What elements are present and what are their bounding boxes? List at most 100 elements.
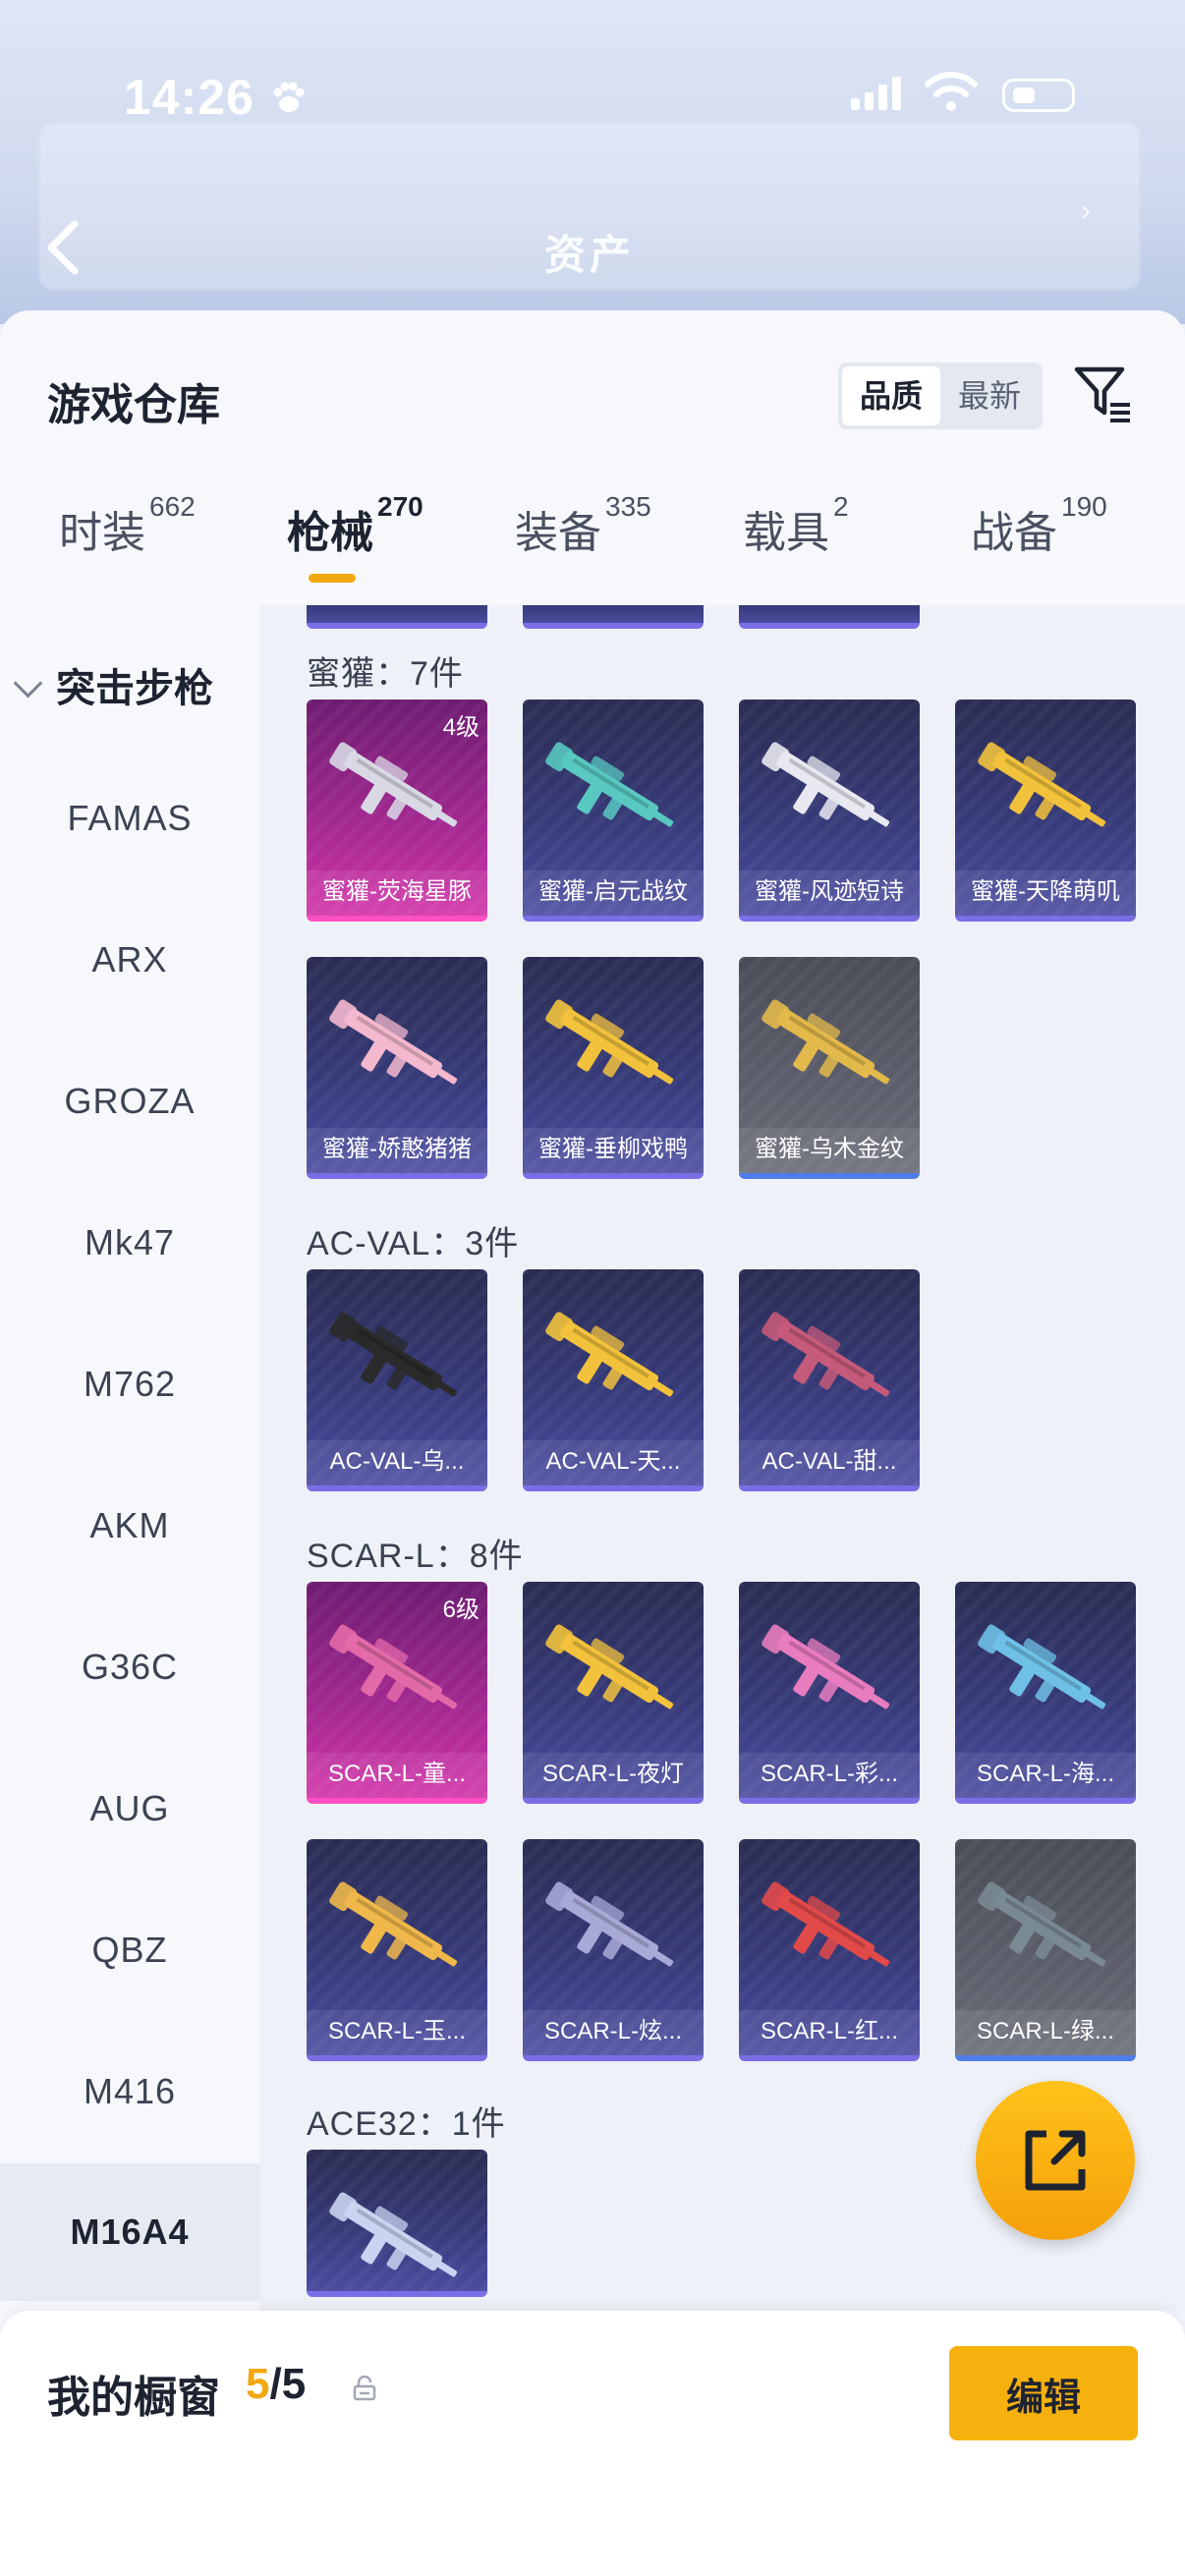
sidebar-item-aug[interactable]: AUG	[0, 1788, 259, 1829]
item-name: SCAR-L-夜灯	[523, 1753, 704, 1798]
item-card[interactable]: 6级 SCAR-L-童...	[307, 1582, 487, 1804]
item-name: AC-VAL-甜...	[739, 1440, 920, 1485]
sidebar-item-m16a4[interactable]: M16A4	[0, 2163, 259, 2301]
share-fab[interactable]	[976, 2081, 1135, 2240]
edit-button[interactable]: 编辑	[949, 2346, 1138, 2440]
weapon-icon	[762, 1881, 890, 1967]
weapon-icon	[545, 742, 674, 827]
weapon-icon	[329, 1312, 458, 1397]
tab-fashion[interactable]: 时装662	[59, 491, 196, 560]
weapon-icon	[762, 1312, 890, 1397]
sidebar-item-m762[interactable]: M762	[0, 1364, 259, 1405]
partial-card	[739, 605, 920, 629]
tab-vehicles[interactable]: 载具2	[743, 491, 849, 560]
weapon-icon	[545, 1624, 674, 1709]
weapon-icon	[329, 742, 458, 827]
back-arrow-icon[interactable]	[39, 218, 88, 277]
chevron-right-icon: ›	[1081, 195, 1091, 227]
weapon-icon	[329, 999, 458, 1085]
item-name: 蜜獾-启元战纹	[523, 870, 704, 916]
weapon-icon	[762, 999, 890, 1085]
item-card[interactable]: SCAR-L-海...	[955, 1582, 1136, 1804]
item-card[interactable]: 蜜獾-垂柳戏鸭	[523, 957, 704, 1179]
active-tab-indicator	[309, 574, 356, 583]
item-name: SCAR-L-红...	[739, 2010, 920, 2055]
battery-icon	[1002, 79, 1075, 112]
item-card[interactable]: SCAR-L-炫...	[523, 1839, 704, 2061]
item-name: 蜜獾-风迹短诗	[739, 870, 920, 916]
tab-equipment[interactable]: 装备335	[515, 491, 651, 560]
category-tabs: 时装662 枪械270 装备335 载具2 战备190	[0, 491, 1185, 605]
item-level-badge: 4级	[442, 714, 480, 741]
partial-card	[307, 605, 487, 629]
weapon-icon	[329, 1624, 458, 1709]
sort-toggle: 品质 最新	[838, 363, 1043, 429]
showcase-bar: 我的橱窗 5/5 编辑	[0, 2311, 1185, 2576]
item-card[interactable]: SCAR-L-红...	[739, 1839, 920, 2061]
weapon-icon	[545, 1312, 674, 1397]
weapon-icon	[762, 742, 890, 827]
sort-option-quality[interactable]: 品质	[842, 366, 940, 425]
item-card[interactable]: 蜜獾-启元战纹	[523, 700, 704, 922]
warehouse-sheet: 游戏仓库 品质 最新 时装662 枪械270 装备335 载具2 战备190 突…	[0, 310, 1185, 2576]
item-name: SCAR-L-童...	[307, 1753, 487, 1798]
group-label-scar-l: SCAR-L：8件	[307, 1538, 524, 1575]
sidebar-item-m416[interactable]: M416	[0, 2071, 259, 2112]
item-name: SCAR-L-绿...	[955, 2010, 1136, 2055]
partial-card	[523, 605, 704, 629]
item-card[interactable]: 蜜獾-风迹短诗	[739, 700, 920, 922]
warehouse-title: 游戏仓库	[47, 381, 220, 429]
sort-option-newest[interactable]: 最新	[940, 366, 1039, 425]
group-label-ace32: ACE32：1件	[307, 2105, 506, 2143]
warehouse-header: 游戏仓库 品质 最新 时装662 枪械270 装备335 载具2 战备190	[0, 310, 1185, 605]
item-card[interactable]: AC-VAL-乌...	[307, 1269, 487, 1491]
paw-icon	[273, 82, 305, 112]
weapon-icon	[329, 1881, 458, 1967]
item-card[interactable]: 蜜獾-娇憨猪猪	[307, 957, 487, 1179]
item-grid: 蜜獾：7件 4级 蜜獾-荧海星豚 蜜獾-启元战纹 蜜獾-风迹短诗 蜜獾-天降萌叽 蜜獾-娇…	[259, 605, 1185, 2311]
item-name: SCAR-L-彩...	[739, 1753, 920, 1798]
item-card[interactable]: 4级蜜獾-荧海星豚	[307, 700, 487, 922]
showcase-label: 我的橱窗	[47, 2374, 220, 2422]
showcase-count: 5/5	[246, 2360, 307, 2408]
item-card[interactable]: AC-VAL-天...	[523, 1269, 704, 1491]
sidebar-category-assault-rifles[interactable]: 突击步枪	[13, 656, 213, 713]
chevron-down-icon	[13, 668, 43, 699]
sidebar-item-famas[interactable]: FAMAS	[0, 798, 259, 839]
status-bar: 14:26	[0, 59, 1185, 138]
weapon-icon	[978, 1881, 1106, 1967]
sidebar-item-groza[interactable]: GROZA	[0, 1081, 259, 1122]
group-label-ac-val: AC-VAL：3件	[307, 1225, 520, 1262]
item-name: SCAR-L-炫...	[523, 2010, 704, 2055]
item-level-badge: 6级	[442, 1596, 480, 1623]
item-card[interactable]: 蜜獾-天降萌叽	[955, 700, 1136, 922]
item-name: 蜜獾-垂柳戏鸭	[523, 1128, 704, 1173]
item-name: 蜜獾-天降萌叽	[955, 870, 1136, 916]
item-card[interactable]: SCAR-L-彩...	[739, 1582, 920, 1804]
weapon-sidebar: 突击步枪 FAMAS ARX GROZA Mk47 M762 AKM G36C …	[0, 605, 259, 2576]
item-name: 蜜獾-荧海星豚	[307, 870, 487, 916]
item-name: AC-VAL-天...	[523, 1440, 704, 1485]
sidebar-item-mk47[interactable]: Mk47	[0, 1222, 259, 1263]
item-card[interactable]: SCAR-L-夜灯	[523, 1582, 704, 1804]
item-card[interactable]	[307, 2150, 487, 2297]
item-card[interactable]: SCAR-L-绿...	[955, 1839, 1136, 2061]
item-name: AC-VAL-乌...	[307, 1440, 487, 1485]
filter-icon[interactable]	[1071, 362, 1134, 424]
sidebar-item-arx[interactable]: ARX	[0, 939, 259, 980]
weapon-icon	[978, 1624, 1106, 1709]
sidebar-item-akm[interactable]: AKM	[0, 1505, 259, 1546]
item-card[interactable]: 蜜獾-乌木金纹	[739, 957, 920, 1179]
tab-firearms[interactable]: 枪械270	[287, 491, 423, 583]
sidebar-item-qbz[interactable]: QBZ	[0, 1930, 259, 1971]
external-link-icon	[1025, 2130, 1086, 2191]
item-card[interactable]: SCAR-L-玉...	[307, 1839, 487, 2061]
wifi-icon	[925, 72, 978, 111]
weapon-icon	[545, 999, 674, 1085]
sidebar-item-g36c[interactable]: G36C	[0, 1647, 259, 1688]
page-title: 资产	[544, 232, 636, 278]
weapon-icon	[545, 1881, 674, 1967]
item-card[interactable]: AC-VAL-甜...	[739, 1269, 920, 1491]
tab-combat-gear[interactable]: 战备190	[971, 491, 1107, 560]
item-name: 蜜獾-乌木金纹	[739, 1128, 920, 1173]
